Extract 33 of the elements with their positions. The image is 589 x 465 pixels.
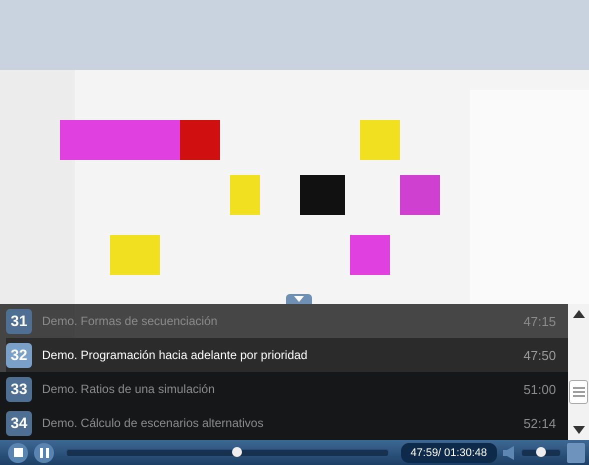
chapter-duration: 47:50 [523,348,556,362]
pause-icon [40,448,48,458]
playlist-item[interactable]: 32 Demo. Programación hacia adelante por prioridad 47:50 [6,338,568,372]
collapse-handle[interactable] [286,294,312,304]
time-display: 47:59/ 01:30:48 [400,442,497,462]
speaker-icon[interactable] [503,446,515,460]
chapter-duration: 51:00 [523,382,556,396]
chapter-duration: 47:15 [523,314,556,328]
volume-track[interactable] [521,448,561,456]
progress-track[interactable] [66,448,389,456]
scroll-up-icon[interactable] [572,310,584,318]
pause-button[interactable] [34,442,54,462]
playlist-item[interactable]: 33 Demo. Ratios de una simulación 51:00 [6,372,568,406]
scroll-thumb[interactable] [569,380,588,404]
chapter-title: Demo. Cálculo de escenarios alternativos [42,416,264,430]
scrollbar[interactable] [568,304,589,440]
stop-button[interactable] [8,442,28,462]
chapter-number: 34 [6,410,32,436]
playlist-item[interactable]: 31 Demo. Formas de secuenciación 47:15 [6,304,568,338]
chapter-duration: 52:14 [523,416,556,430]
chapter-title: Demo. Ratios de una simulación [42,382,216,396]
scroll-down-icon[interactable] [572,426,584,434]
grip-icon [572,387,584,397]
stop-icon [14,448,22,457]
volume-thumb[interactable] [536,446,546,456]
chapter-number: 32 [6,342,32,368]
chapter-title: Demo. Programación hacia adelante por prioridad [42,348,308,362]
playlist-item[interactable]: 34 Demo. Cálculo de escenarios alternativos 52:14 [6,406,568,440]
chapter-number: 31 [6,308,32,334]
chapter-title: Demo. Formas de secuenciación [42,314,218,328]
caret-icon [294,296,304,302]
progress-thumb[interactable] [232,446,242,456]
chapter-number: 33 [6,376,32,402]
